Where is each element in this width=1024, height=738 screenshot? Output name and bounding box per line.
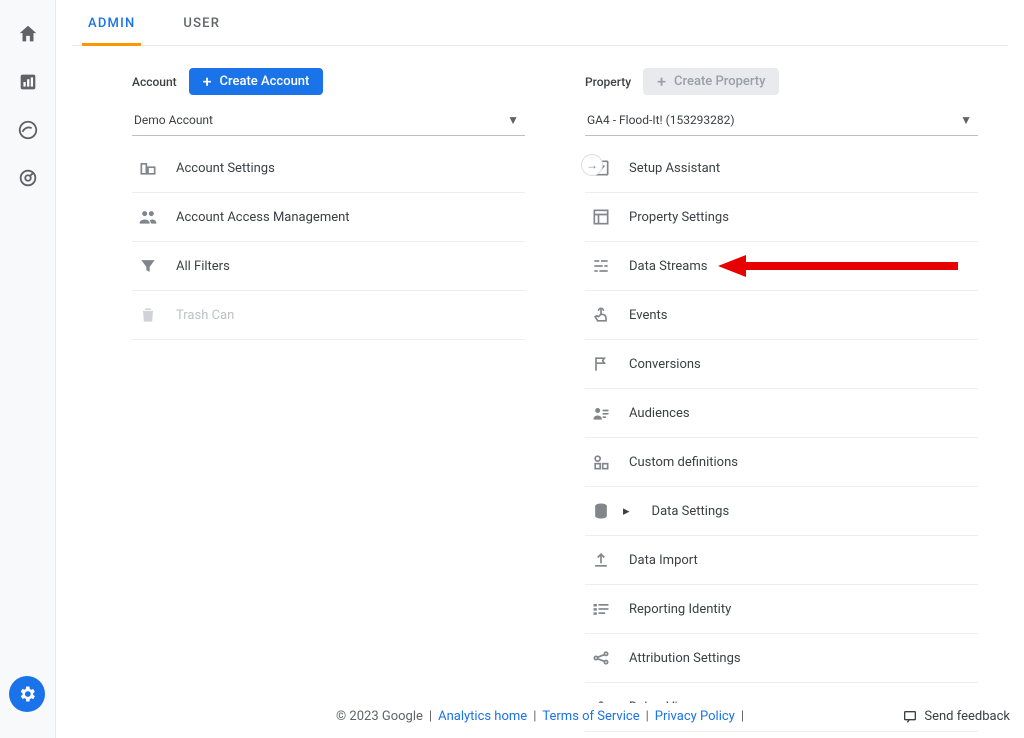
- item-label: All Filters: [176, 259, 230, 274]
- item-label: Custom definitions: [629, 455, 738, 470]
- upload-icon: [591, 550, 611, 570]
- create-account-button[interactable]: + Create Account: [189, 68, 324, 95]
- reporting-identity-item[interactable]: Reporting Identity: [585, 585, 978, 634]
- item-label: Account Access Management: [176, 210, 350, 225]
- account-column: Account + Create Account Demo Account ▼ …: [132, 68, 525, 732]
- advertising-icon[interactable]: [16, 166, 40, 190]
- item-label: Trash Can: [176, 308, 234, 323]
- create-account-label: Create Account: [220, 74, 310, 89]
- property-selected: GA4 - Flood-It! (153293282): [587, 113, 735, 127]
- tos-link[interactable]: Terms of Service: [542, 709, 639, 724]
- feedback-icon: [902, 709, 918, 725]
- item-label: Conversions: [629, 357, 701, 372]
- conversions-item[interactable]: Conversions: [585, 340, 978, 389]
- custom-definitions-item[interactable]: Custom definitions: [585, 438, 978, 487]
- property-selector[interactable]: GA4 - Flood-It! (153293282) ▼: [585, 109, 978, 136]
- tab-admin[interactable]: ADMIN: [82, 0, 141, 46]
- home-icon[interactable]: [16, 22, 40, 46]
- streams-icon: [591, 256, 611, 276]
- property-column: Property + Create Property GA4 - Flood-I…: [585, 68, 978, 732]
- item-label: Account Settings: [176, 161, 275, 176]
- account-selector[interactable]: Demo Account ▼: [132, 109, 525, 136]
- property-heading: Property: [585, 75, 631, 89]
- item-label: Events: [629, 308, 667, 323]
- attribution-settings-item[interactable]: Attribution Settings: [585, 634, 978, 683]
- arrow-right-icon: →: [586, 158, 598, 172]
- data-streams-item[interactable]: Data Streams: [585, 242, 978, 291]
- item-label: Setup Assistant: [629, 161, 720, 176]
- chevron-right-icon: ▸: [623, 504, 630, 519]
- trash-icon: [138, 305, 158, 325]
- create-property-button: + Create Property: [643, 68, 779, 95]
- building-icon: [138, 158, 158, 178]
- tab-bar: ADMIN USER: [72, 0, 1008, 46]
- create-property-label: Create Property: [674, 74, 765, 89]
- item-label: Reporting Identity: [629, 602, 731, 617]
- item-label: Audiences: [629, 406, 690, 421]
- copyright: © 2023 Google: [336, 709, 423, 724]
- account-heading: Account: [132, 75, 177, 89]
- attribution-icon: [591, 648, 611, 668]
- explore-icon[interactable]: [16, 118, 40, 142]
- item-label: Data Streams: [629, 259, 707, 274]
- account-selected: Demo Account: [134, 113, 213, 127]
- shapes-icon: [591, 452, 611, 472]
- footer: © 2023 Google | Analytics home | Terms o…: [56, 703, 1024, 730]
- privacy-link[interactable]: Privacy Policy: [655, 709, 735, 724]
- account-settings-item[interactable]: Account Settings: [132, 144, 525, 193]
- analytics-home-link[interactable]: Analytics home: [438, 709, 527, 724]
- account-access-item[interactable]: Account Access Management: [132, 193, 525, 242]
- caret-down-icon: ▼: [960, 113, 972, 127]
- left-nav: [0, 0, 56, 738]
- item-label: Attribution Settings: [629, 651, 741, 666]
- item-label: Data Import: [629, 553, 698, 568]
- main-panel: ADMIN USER Account + Create Account Demo…: [56, 0, 1024, 738]
- audience-icon: [591, 403, 611, 423]
- flag-icon: [591, 354, 611, 374]
- database-icon: [591, 501, 611, 521]
- tab-user[interactable]: USER: [177, 0, 226, 45]
- setup-assistant-item[interactable]: Setup Assistant: [585, 144, 978, 193]
- events-item[interactable]: Events: [585, 291, 978, 340]
- item-label: Property Settings: [629, 210, 729, 225]
- column-collapse-handle[interactable]: →: [581, 154, 603, 176]
- touch-icon: [591, 305, 611, 325]
- audiences-item[interactable]: Audiences: [585, 389, 978, 438]
- data-import-item[interactable]: Data Import: [585, 536, 978, 585]
- send-feedback-button[interactable]: Send feedback: [902, 709, 1010, 725]
- people-icon: [138, 207, 158, 227]
- data-settings-item[interactable]: ▸ Data Settings: [585, 487, 978, 536]
- layout-icon: [591, 207, 611, 227]
- caret-down-icon: ▼: [507, 113, 519, 127]
- reports-icon[interactable]: [16, 70, 40, 94]
- all-filters-item[interactable]: All Filters: [132, 242, 525, 291]
- admin-gear-button[interactable]: [9, 676, 45, 712]
- feedback-label: Send feedback: [924, 709, 1010, 724]
- item-label: Data Settings: [652, 504, 730, 519]
- property-settings-item[interactable]: Property Settings: [585, 193, 978, 242]
- filter-icon: [138, 256, 158, 276]
- trash-can-item: Trash Can: [132, 291, 525, 340]
- identity-icon: [591, 599, 611, 619]
